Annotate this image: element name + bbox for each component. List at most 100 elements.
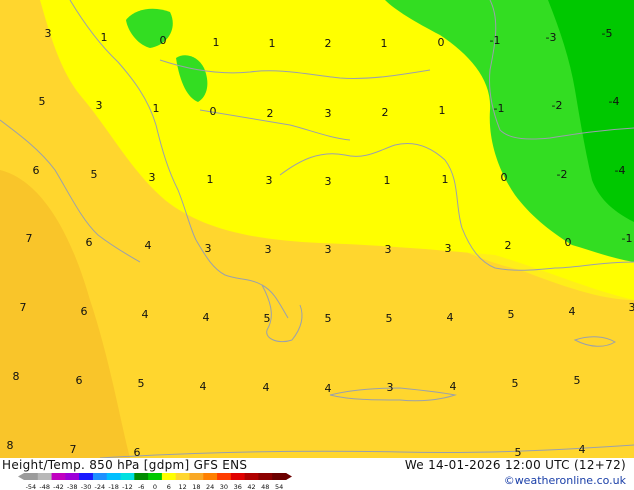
contour-label: 1 [384,174,391,187]
contour-label: 3 [149,171,156,184]
contour-label: -3 [546,31,557,44]
legend-tick-label: 24 [206,483,214,490]
legend-swatch [65,473,80,480]
weather-map-window: { "map": { "product_title": "Height/Temp… [0,0,634,490]
contour-label: 3 [45,27,52,40]
contour-label: 5 [325,312,332,325]
contour-label: 4 [325,382,332,395]
contour-label: 3 [325,175,332,188]
legend-tick-label: -24 [95,483,106,490]
contour-label: 3 [387,381,394,394]
legend-tick-label: -12 [122,483,133,490]
legend-swatch [175,473,190,480]
legend-arrow-right [286,473,292,480]
contour-label: -4 [615,164,626,177]
contour-label: 5 [386,312,393,325]
legend-tick-label: -48 [39,483,50,490]
contour-label: 5 [508,308,515,321]
contour-label: 4 [450,380,457,393]
contour-label: 4 [200,380,207,393]
legend-tick-label: -18 [108,483,119,490]
contour-label: -1 [494,102,505,115]
contour-label: 5 [512,377,519,390]
contour-label: -2 [557,168,568,181]
contour-label: 7 [70,443,77,456]
contour-label: 4 [569,305,576,318]
legend-tick-label: -54 [26,483,37,490]
contour-label: 2 [382,106,389,119]
contour-label: 1 [442,173,449,186]
legend-swatch [189,473,204,480]
contour-label: 1 [213,36,220,49]
contour-label: 8 [7,439,14,452]
legend-tick-label: 18 [192,483,200,490]
contour-label: 0 [438,36,445,49]
legend-swatch [120,473,135,480]
contour-label: 5 [515,446,522,458]
legend-tick-label: -6 [138,483,144,490]
temperature-fill-layer [0,0,634,458]
contour-label: 6 [33,164,40,177]
contour-label: -1 [622,232,633,245]
legend-tick-label: 30 [220,483,228,490]
legend-swatch [92,473,108,480]
contour-label: 4 [142,308,149,321]
legend-swatch [106,473,122,480]
contour-label: 1 [153,102,160,115]
legend-swatch [258,473,273,480]
contour-label: 4 [579,443,586,456]
map-footer: Height/Temp. 850 hPa [gdpm] GFS ENS We 1… [0,458,634,490]
contour-label: 3 [325,107,332,120]
contour-label: 5 [138,377,145,390]
contour-label: 0 [501,171,508,184]
contour-label: 0 [210,105,217,118]
contour-label: 2 [325,37,332,50]
contour-label: 4 [145,239,152,252]
legend-tick-label: 36 [234,483,242,490]
contour-label: 1 [439,104,446,117]
legend-swatch [244,473,259,480]
legend-tick-label: 48 [261,483,269,490]
contour-label: 4 [447,311,454,324]
contour-label: -5 [602,27,613,40]
legend-tick-label: 0 [153,483,157,490]
contour-label: 5 [39,95,46,108]
contour-label: 0 [565,236,572,249]
contour-label: -4 [609,95,620,108]
contour-label: 8 [13,370,20,383]
product-title: Height/Temp. 850 hPa [gdpm] GFS ENS [2,458,248,472]
contour-label: 7 [20,301,27,314]
contour-label: -1 [490,34,501,47]
contour-label: 0 [160,34,167,47]
legend-tick-label: 6 [167,483,171,490]
credit-link[interactable]: ©weatheronline.co.uk [504,474,626,487]
contour-label: 6 [76,374,83,387]
contour-label: 3 [96,99,103,112]
contour-label: 3 [205,242,212,255]
contour-label: 4 [263,381,270,394]
contour-label: 2 [267,107,274,120]
contour-label: 5 [264,312,271,325]
contour-label: 6 [81,305,88,318]
legend-swatch [230,473,246,480]
legend-tick-label: 54 [275,483,283,490]
valid-time: We 14-01-2026 12:00 UTC (12+72) [404,458,626,472]
contour-label: 3 [325,243,332,256]
legend-swatch [79,473,94,480]
legend-swatch [134,473,149,480]
legend-tick-label: 42 [247,483,255,490]
contour-label: 3 [385,243,392,256]
contour-label: 7 [26,232,33,245]
legend-swatch [24,473,39,480]
color-scale-bar: -54 -48 -42 -38 -30 -24 -18 -12 -6 0 6 12 18 24 30 36 42… [18,473,292,490]
contour-label: 1 [269,37,276,50]
legend-tick-label: -38 [67,483,78,490]
contour-label: -2 [552,99,563,112]
legend-swatch [203,473,218,480]
contour-label: 6 [86,236,93,249]
contour-label: 5 [574,374,581,387]
contour-label: 1 [207,173,214,186]
contour-label: 3 [445,242,452,255]
legend-swatch [217,473,232,480]
contour-label: 3 [265,243,272,256]
